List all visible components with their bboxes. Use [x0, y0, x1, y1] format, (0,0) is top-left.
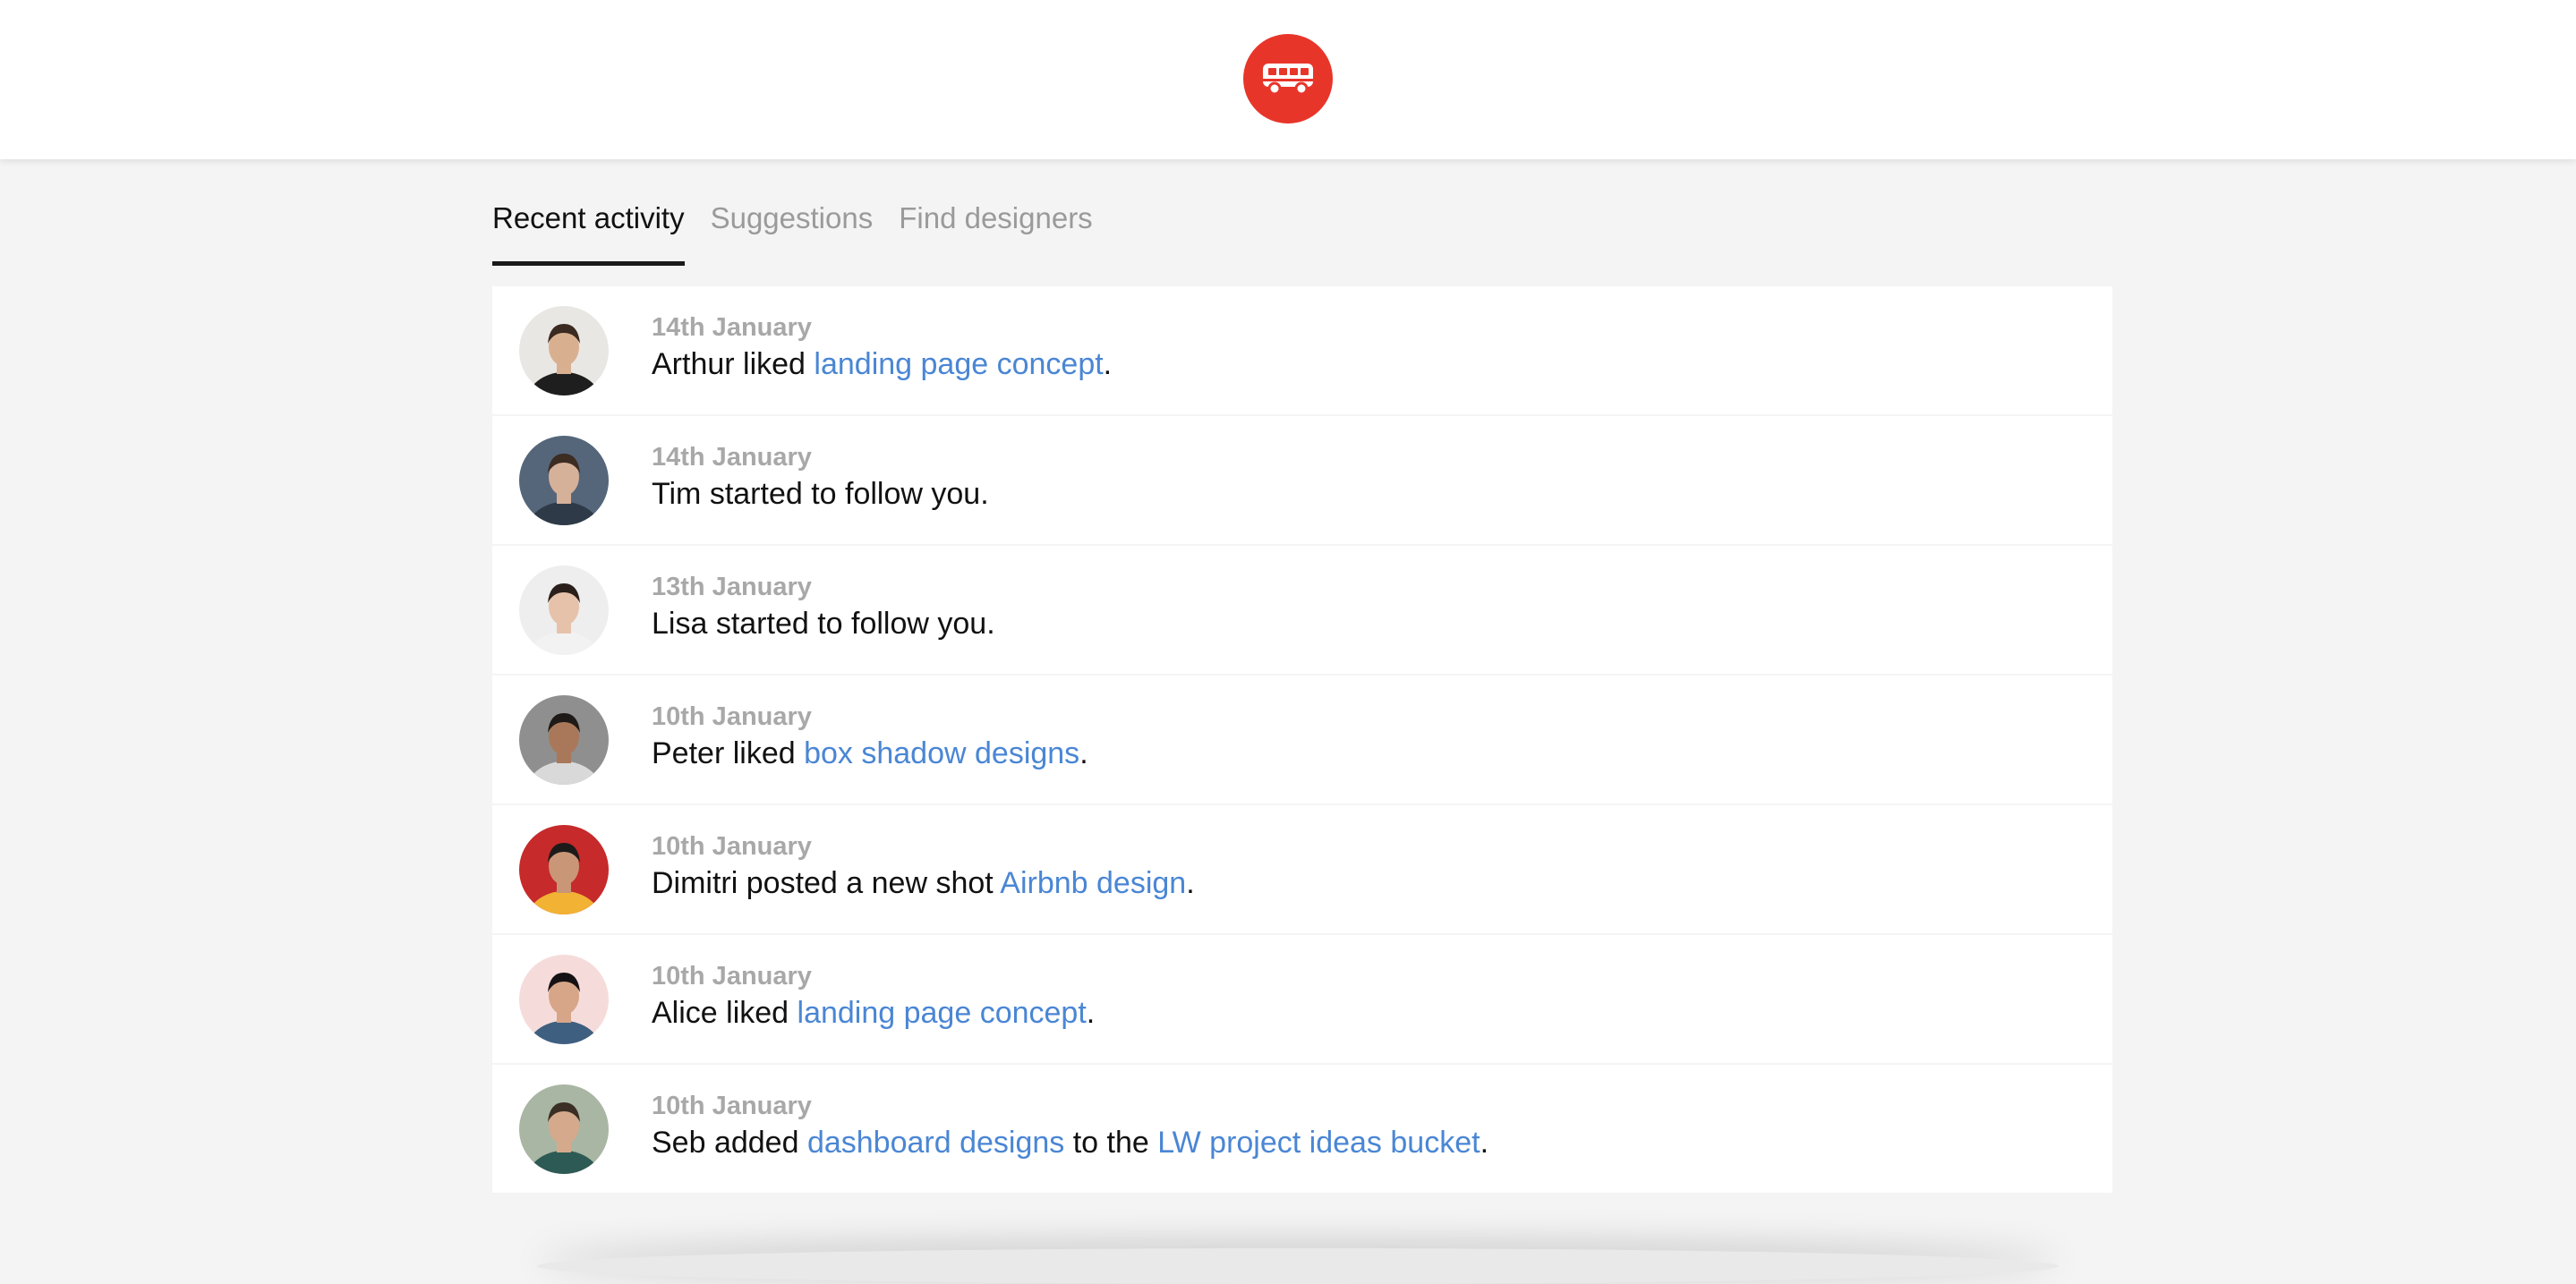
tab-recent-activity[interactable]: Recent activity [492, 201, 685, 266]
activity-date: 10th January [652, 832, 812, 861]
avatar[interactable] [519, 306, 609, 395]
activity-text: Peter liked box shadow designs. [652, 736, 1088, 771]
activity-text: Lisa started to follow you. [652, 607, 995, 642]
activity-link[interactable]: landing page concept [798, 996, 1087, 1030]
activity-link[interactable]: box shadow designs [804, 736, 1079, 770]
activity-date: 14th January [652, 313, 812, 342]
activity-text-part: . [1086, 996, 1096, 1030]
activity-item: 10th January Dimitri posted a new shot Ai… [492, 805, 2112, 933]
activity-list: 14th January Arthur liked landing page co… [492, 286, 2112, 1195]
activity-text-part: Seb added [652, 1126, 807, 1160]
avatar[interactable] [519, 1084, 609, 1174]
activity-item: 13th January Lisa started to follow you. [492, 546, 2112, 674]
activity-text: Tim started to follow you. [652, 477, 989, 512]
activity-text: Arthur liked landing page concept. [652, 347, 1112, 382]
activity-item: 14th January Tim started to follow you. [492, 416, 2112, 544]
activity-date: 13th January [652, 573, 812, 601]
top-bar [0, 0, 2576, 159]
activity-text-part: Tim started to follow you. [652, 477, 989, 511]
activity-text-part: Dimitri posted a new shot [652, 866, 1001, 900]
activity-date: 10th January [652, 702, 812, 731]
avatar[interactable] [519, 436, 609, 525]
activity-text-part: . [1186, 866, 1195, 900]
bus-icon [1263, 64, 1313, 96]
activity-link[interactable]: LW project ideas bucket [1157, 1126, 1480, 1160]
avatar[interactable] [519, 955, 609, 1044]
activity-text-part: . [1103, 347, 1113, 381]
tab-find-designers[interactable]: Find designers [899, 201, 1092, 266]
tab-bar: Recent activity Suggestions Find designe… [492, 201, 1093, 266]
activity-text: Dimitri posted a new shot Airbnb design. [652, 866, 1195, 901]
activity-link[interactable]: Airbnb design [1000, 866, 1186, 900]
activity-text-part: Lisa started to follow you. [652, 607, 995, 641]
activity-text-part: Arthur liked [652, 347, 815, 381]
avatar[interactable] [519, 825, 609, 914]
activity-item: 10th January Peter liked box shadow desig… [492, 676, 2112, 804]
activity-item: 14th January Arthur liked landing page co… [492, 286, 2112, 414]
footer-shadow [537, 1248, 2059, 1284]
activity-date: 10th January [652, 1092, 812, 1120]
activity-link[interactable]: landing page concept [814, 347, 1103, 381]
activity-text-part: Peter liked [652, 736, 805, 770]
activity-text-part: to the [1064, 1126, 1158, 1160]
logo[interactable] [1243, 34, 1333, 123]
activity-item: 10th January Alice liked landing page con… [492, 935, 2112, 1063]
activity-text: Seb added dashboard designs to the LW pr… [652, 1126, 1488, 1161]
activity-item: 10th January Seb added dashboard designs … [492, 1065, 2112, 1193]
activity-text-part: . [1480, 1126, 1489, 1160]
activity-date: 10th January [652, 962, 812, 991]
tab-suggestions[interactable]: Suggestions [711, 201, 874, 266]
activity-text: Alice liked landing page concept. [652, 996, 1095, 1031]
activity-text-part: Alice liked [652, 996, 798, 1030]
avatar[interactable] [519, 565, 609, 655]
avatar[interactable] [519, 695, 609, 785]
activity-link[interactable]: dashboard designs [807, 1126, 1064, 1160]
activity-date: 14th January [652, 443, 812, 472]
activity-text-part: . [1079, 736, 1088, 770]
